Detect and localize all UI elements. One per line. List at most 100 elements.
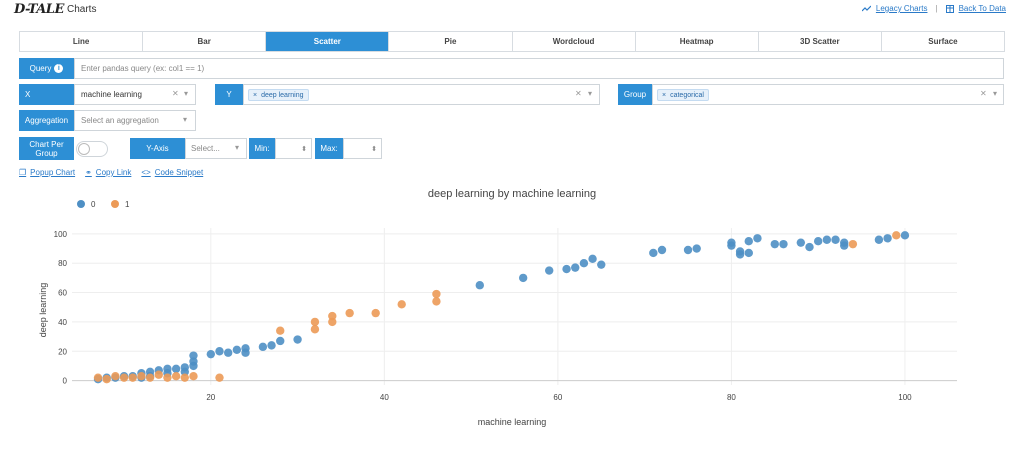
- query-label: Query i: [19, 58, 74, 79]
- x-dropdown-chevron-icon[interactable]: ▾: [184, 89, 188, 98]
- data-point-series-1: [328, 311, 337, 321]
- info-icon[interactable]: i: [54, 64, 64, 73]
- link-icon: ⚭: [85, 168, 92, 177]
- y-tick-label: 60: [58, 289, 67, 298]
- copy-link-link[interactable]: ⚭ Copy Link: [85, 168, 131, 177]
- max-stepper-icon[interactable]: ⬍: [371, 145, 377, 153]
- tab-3d-scatter[interactable]: 3D Scatter: [758, 32, 882, 51]
- tab-surface[interactable]: Surface: [881, 32, 1004, 51]
- data-point-series-0: [840, 241, 849, 250]
- data-point-series-0: [683, 245, 693, 255]
- code-snippet-label: Code Snippet: [154, 168, 204, 177]
- data-point-series-1: [102, 374, 111, 384]
- data-point-series-0: [649, 248, 658, 258]
- y-tick-label: 80: [58, 259, 67, 268]
- y-select[interactable]: × deep learning: [243, 84, 600, 105]
- group-chip[interactable]: × categorical: [657, 88, 709, 101]
- dtale-logo: D-TALE: [14, 2, 64, 17]
- data-point-series-0: [883, 234, 892, 243]
- data-point-series-0: [796, 238, 806, 247]
- y-tick-label: 100: [54, 230, 68, 239]
- group-select[interactable]: × categorical: [652, 84, 1004, 105]
- table-icon: [945, 4, 954, 13]
- data-point-series-0: [770, 239, 779, 249]
- y-axis-chevron-icon[interactable]: ▾: [235, 143, 239, 152]
- legend-label-0: 0: [91, 200, 96, 209]
- y-clear-icon[interactable]: ✕: [575, 89, 582, 98]
- code-snippet-link[interactable]: <> Code Snippet: [141, 168, 203, 177]
- y-chip-remove-icon[interactable]: ×: [253, 90, 257, 100]
- data-point-series-1: [432, 297, 441, 306]
- data-point-series-0: [518, 273, 528, 283]
- copy-link-label: Copy Link: [95, 168, 132, 177]
- data-point-series-0: [276, 336, 285, 346]
- group-clear-icon[interactable]: ✕: [980, 89, 987, 98]
- data-point-series-0: [805, 242, 814, 252]
- data-point-series-1: [432, 289, 441, 299]
- aggregation-select[interactable]: Select an aggregation: [74, 110, 196, 131]
- data-point-series-0: [874, 235, 884, 244]
- legend[interactable]: 0 1: [77, 200, 130, 209]
- toggle-knob: [78, 143, 90, 155]
- data-point-series-1: [215, 373, 224, 382]
- data-point-series-0: [206, 349, 216, 359]
- group-chip-remove-icon[interactable]: ×: [662, 90, 666, 100]
- y-chip-label: deep learning: [261, 91, 304, 99]
- data-point-series-0: [779, 239, 788, 249]
- x-tick-label: 100: [898, 393, 912, 402]
- aggregation-label: Aggregation: [19, 110, 74, 131]
- data-point-series-0: [293, 335, 302, 344]
- trend-chart-icon: [861, 5, 871, 12]
- min-input[interactable]: ⬍: [275, 138, 312, 159]
- data-point-series-0: [657, 245, 667, 255]
- data-point-series-1: [93, 373, 103, 382]
- data-point-series-0: [744, 237, 753, 246]
- legend-marker-0: [77, 200, 85, 208]
- data-point-series-0: [267, 341, 276, 350]
- data-point-series-0: [171, 364, 181, 374]
- max-input[interactable]: ⬍: [343, 138, 382, 159]
- data-point-series-0: [753, 234, 762, 243]
- query-input[interactable]: Enter pandas query (ex: col1 == 1): [74, 58, 1004, 79]
- back-to-data-link[interactable]: Back To Data: [945, 4, 1006, 13]
- group-dropdown-chevron-icon[interactable]: ▾: [993, 89, 997, 98]
- chart-title: deep learning by machine learning: [428, 188, 596, 200]
- chart-links: ❐ Popup Chart ⚭ Copy Link <> Code Snippe…: [19, 168, 203, 177]
- min-stepper-icon[interactable]: ⬍: [301, 145, 307, 153]
- chart-type-tabs: Line Bar Scatter Pie Wordcloud Heatmap 3…: [19, 31, 1005, 52]
- data-point-series-0: [223, 348, 233, 357]
- data-point-series-1: [189, 371, 198, 381]
- tab-line[interactable]: Line: [20, 32, 144, 51]
- query-label-text: Query: [29, 64, 52, 73]
- y-axis-placeholder: Select...: [191, 144, 220, 153]
- popup-chart-link[interactable]: ❐ Popup Chart: [19, 168, 75, 177]
- data-point-series-0: [735, 250, 745, 259]
- y-label: Y: [215, 84, 243, 105]
- tab-wordcloud[interactable]: Wordcloud: [512, 32, 636, 51]
- data-point-series-1: [180, 373, 189, 382]
- code-icon: <>: [141, 168, 151, 177]
- scatter-chart: deep learning by machine learning 0 1 20…: [38, 188, 957, 427]
- chart-per-group-toggle[interactable]: [76, 141, 108, 157]
- tab-bar[interactable]: Bar: [143, 32, 267, 51]
- data-point-series-0: [258, 342, 268, 352]
- data-points: [93, 231, 910, 384]
- data-point-series-0: [727, 238, 736, 247]
- data-point-series-0: [571, 263, 580, 272]
- x-tick-label: 80: [727, 393, 736, 402]
- legacy-charts-link[interactable]: Legacy Charts: [861, 4, 927, 13]
- tab-heatmap[interactable]: Heatmap: [635, 32, 759, 51]
- x-axis-label: machine learning: [478, 417, 547, 427]
- y-axis-label: Y-Axis: [130, 138, 185, 159]
- x-clear-icon[interactable]: ✕: [172, 89, 179, 98]
- aggregation-chevron-icon[interactable]: ▾: [183, 115, 187, 124]
- y-dropdown-chevron-icon[interactable]: ▾: [588, 89, 592, 98]
- y-chip[interactable]: × deep learning: [248, 88, 309, 101]
- data-point-series-1: [892, 231, 901, 240]
- data-point-series-1: [154, 370, 163, 379]
- grid: [72, 228, 957, 385]
- tab-pie[interactable]: Pie: [389, 32, 513, 51]
- data-point-series-0: [813, 237, 823, 246]
- tab-scatter[interactable]: Scatter: [266, 32, 390, 51]
- data-point-series-1: [119, 373, 129, 382]
